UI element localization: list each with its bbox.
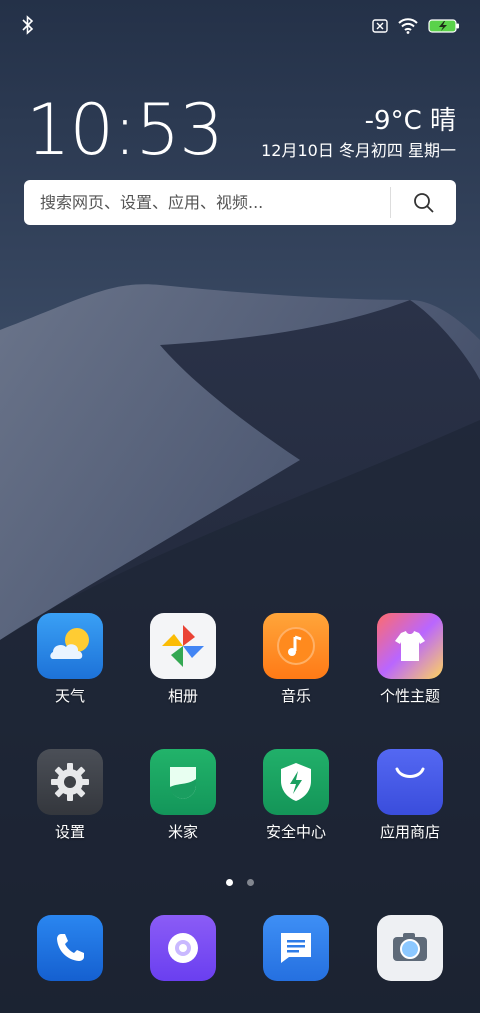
app-label: 音乐 [280,687,311,705]
camera-icon [377,915,443,981]
messages-icon [263,915,329,981]
app-themes[interactable]: 个性主题 [355,613,465,706]
clock-widget-time[interactable]: 10:53 [26,88,224,172]
page-dot[interactable] [246,879,254,886]
dock-phone[interactable] [15,915,125,981]
browser-icon [150,915,216,981]
themes-icon [377,613,443,679]
security-icon [263,749,329,815]
weather-temperature: -9°C 晴 [364,106,456,136]
app-label: 米家 [167,823,198,841]
music-icon [263,613,329,679]
app-security-center[interactable]: 安全中心 [241,749,351,842]
dock-camera[interactable] [355,915,465,981]
app-gallery[interactable]: 相册 [128,613,238,706]
app-label: 设置 [54,823,85,841]
dock-messages[interactable] [241,915,351,981]
app-app-store[interactable]: 应用商店 [355,749,465,842]
weather-icon [37,613,103,679]
app-label: 应用商店 [379,823,440,841]
status-bar [0,0,480,50]
app-label: 相册 [167,687,198,705]
phone-icon [37,915,103,981]
search-input[interactable]: 搜索网页、设置、应用、视频... [40,180,263,225]
app-label: 天气 [54,687,85,705]
no-sim-icon [372,19,388,33]
search-icon[interactable] [412,191,436,215]
app-label: 个性主题 [379,687,440,705]
settings-icon [37,749,103,815]
battery-charging-icon [428,19,459,33]
dock-browser[interactable] [128,915,238,981]
search-bar[interactable]: 搜索网页、设置、应用、视频... [24,180,456,225]
date-label: 12月10日 冬月初四 星期一 [261,141,456,160]
app-weather[interactable]: 天气 [15,613,125,706]
page-indicator[interactable] [0,871,480,890]
app-label: 安全中心 [265,823,326,841]
page-dot-active[interactable] [226,879,234,886]
weather-widget[interactable]: -9°C 晴 12月10日 冬月初四 星期一 [261,104,456,162]
bluetooth-icon [22,15,34,35]
gallery-icon [150,613,216,679]
mihome-icon [150,749,216,815]
wifi-icon [398,18,418,34]
search-divider [390,187,391,218]
app-mihome[interactable]: 米家 [128,749,238,842]
app-music[interactable]: 音乐 [241,613,351,706]
app-settings[interactable]: 设置 [15,749,125,842]
app-store-icon [377,749,443,815]
